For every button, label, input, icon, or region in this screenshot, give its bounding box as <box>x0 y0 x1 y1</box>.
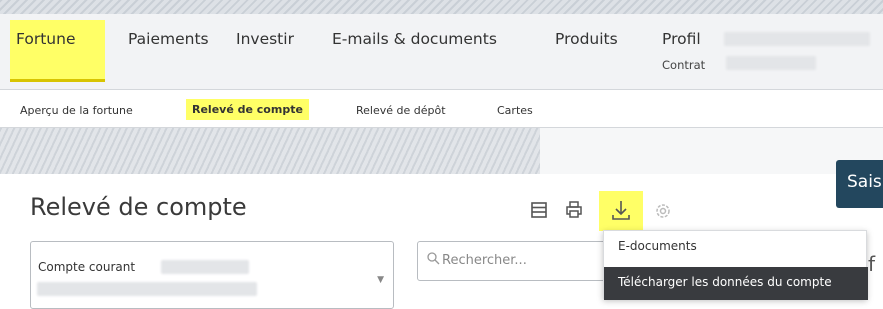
tab-profil[interactable]: Profil Contrat <box>662 20 872 82</box>
chevron-down-icon: ▼ <box>377 275 384 285</box>
tab-produits[interactable]: Produits <box>555 20 618 82</box>
list-icon[interactable] <box>528 200 550 224</box>
top-decorative-strip <box>0 0 883 14</box>
redacted-account-number <box>161 260 249 274</box>
saisir-button-label: Sais <box>847 172 882 192</box>
menu-item-download-account-data[interactable]: Télécharger les données du compte <box>604 267 868 300</box>
list-icon-svg <box>531 202 547 218</box>
search-placeholder: Rechercher... <box>442 253 527 268</box>
download-button[interactable] <box>599 191 643 231</box>
account-select-value: Compte courant <box>38 260 136 274</box>
search-icon <box>427 252 440 265</box>
gear-icon[interactable] <box>652 200 674 224</box>
redacted-contract-number <box>726 56 816 70</box>
tab-emails-documents[interactable]: E-mails & documents <box>332 20 497 82</box>
hero-banner-right <box>540 128 883 174</box>
tab-produits-label: Produits <box>555 30 618 48</box>
tab-profil-contract-label: Contrat <box>662 58 706 72</box>
redacted-account-detail <box>37 282 257 296</box>
tab-investir-label: Investir <box>236 30 294 48</box>
tab-investir[interactable]: Investir <box>236 20 294 82</box>
page-title: Relevé de compte <box>30 193 247 221</box>
tab-profil-label: Profil <box>662 30 701 48</box>
subtab-releve-compte[interactable]: Relevé de compte <box>186 99 309 120</box>
saisir-button[interactable]: Sais <box>836 160 883 208</box>
search-input[interactable]: Rechercher... <box>417 241 607 281</box>
redacted-profile-name <box>724 32 870 46</box>
tab-fortune[interactable]: Fortune <box>10 20 105 82</box>
tab-paiements[interactable]: Paiements <box>128 20 209 82</box>
subtab-releve-depot[interactable]: Relevé de dépôt <box>356 104 446 117</box>
tab-emails-documents-label: E-mails & documents <box>332 30 497 48</box>
download-menu: E-documents Télécharger les données du c… <box>603 230 868 300</box>
print-icon-svg <box>566 201 582 218</box>
subtab-cartes[interactable]: Cartes <box>497 104 533 117</box>
clipped-edge-text: f <box>868 252 876 276</box>
subtab-apercu-fortune[interactable]: Aperçu de la fortune <box>20 104 133 117</box>
print-icon[interactable] <box>563 200 585 224</box>
menu-item-e-documents[interactable]: E-documents <box>604 231 868 264</box>
download-icon <box>612 201 630 220</box>
sub-navigation: Aperçu de la fortune Relevé de compte Re… <box>0 90 883 128</box>
tab-paiements-label: Paiements <box>128 30 209 48</box>
account-select[interactable]: Compte courant ▼ <box>30 241 394 309</box>
main-navigation: Fortune Paiements Investir E-mails & doc… <box>0 14 883 90</box>
tab-fortune-label: Fortune <box>16 30 76 48</box>
gear-icon-svg <box>656 204 670 218</box>
